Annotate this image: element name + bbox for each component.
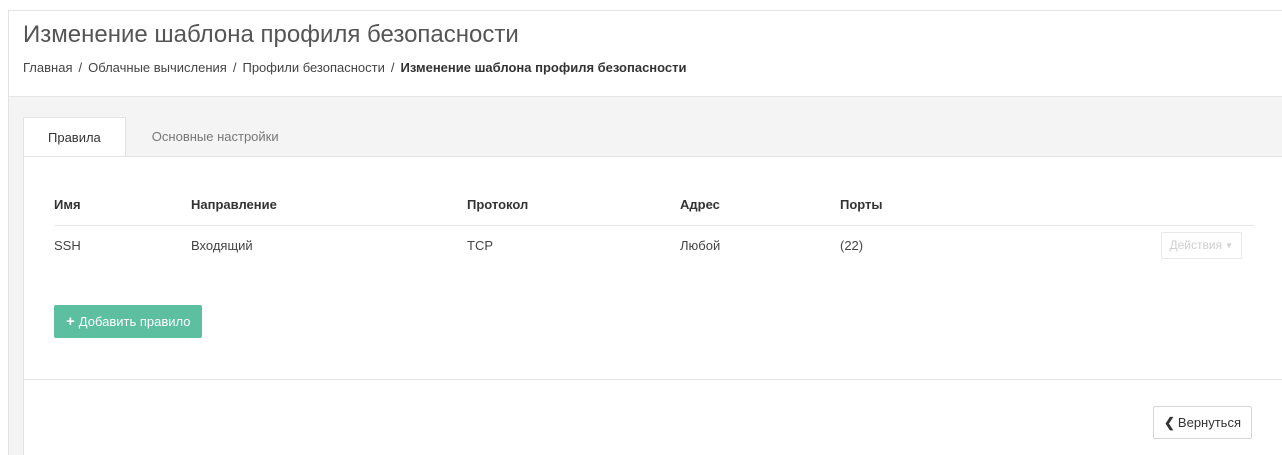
breadcrumb-cloud-computing[interactable]: Облачные вычисления xyxy=(88,60,227,75)
rules-panel: Имя Направление Протокол Адрес Порты SSH… xyxy=(23,156,1282,455)
table-header-row: Имя Направление Протокол Адрес Порты xyxy=(54,185,1254,226)
rule-address: Любой xyxy=(680,237,721,253)
tab-main-settings[interactable]: Основные настройки xyxy=(126,117,305,157)
rule-ports: (22) xyxy=(840,237,864,253)
plus-icon: + xyxy=(66,313,75,330)
rule-direction: Входящий xyxy=(191,237,253,253)
add-rule-button[interactable]: + Добавить правило xyxy=(54,305,203,338)
column-header-address: Адрес xyxy=(680,185,840,226)
column-header-direction: Направление xyxy=(191,185,467,226)
add-rule-label: Добавить правило xyxy=(78,314,191,329)
rule-actions-cell: Действия ▼ xyxy=(1140,225,1254,265)
breadcrumb-separator: / xyxy=(232,60,237,75)
app-frame: Изменение шаблона профиля безопасности Г… xyxy=(8,10,1282,455)
actions-label: Действия xyxy=(1169,237,1223,252)
breadcrumb: Главная / Облачные вычисления / Профили безо… xyxy=(23,60,687,75)
column-header-actions xyxy=(1140,185,1254,226)
actions-dropdown-button[interactable]: Действия ▼ xyxy=(1160,231,1242,259)
column-header-name: Имя xyxy=(54,185,191,226)
column-header-protocol: Протокол xyxy=(467,185,680,226)
breadcrumb-separator: / xyxy=(390,60,395,75)
table-row: SSH Входящий TCP Любой (22) Действия ▼ xyxy=(54,225,1254,265)
breadcrumb-current: Изменение шаблона профиля безопасности xyxy=(400,60,687,75)
page-header: Изменение шаблона профиля безопасности Г… xyxy=(9,11,1282,97)
rule-protocol: TCP xyxy=(467,237,493,253)
breadcrumb-security-profiles[interactable]: Профили безопасности xyxy=(242,60,384,75)
footer-divider xyxy=(24,379,1282,380)
column-header-ports: Порты xyxy=(840,185,1140,226)
chevron-left-icon: ❮ xyxy=(1164,415,1175,430)
tab-bar: Правила Основные настройки xyxy=(23,117,305,158)
breadcrumb-separator: / xyxy=(78,60,83,75)
breadcrumb-home[interactable]: Главная xyxy=(23,60,72,75)
rules-table: Имя Направление Протокол Адрес Порты SSH… xyxy=(54,185,1254,265)
rule-name: SSH xyxy=(54,237,81,253)
back-button[interactable]: ❮ Вернуться xyxy=(1153,406,1252,439)
caret-down-icon: ▼ xyxy=(1225,241,1233,251)
tab-rules[interactable]: Правила xyxy=(23,117,126,158)
back-label: Вернуться xyxy=(1177,415,1241,430)
page-title: Изменение шаблона профиля безопасности xyxy=(23,21,519,48)
